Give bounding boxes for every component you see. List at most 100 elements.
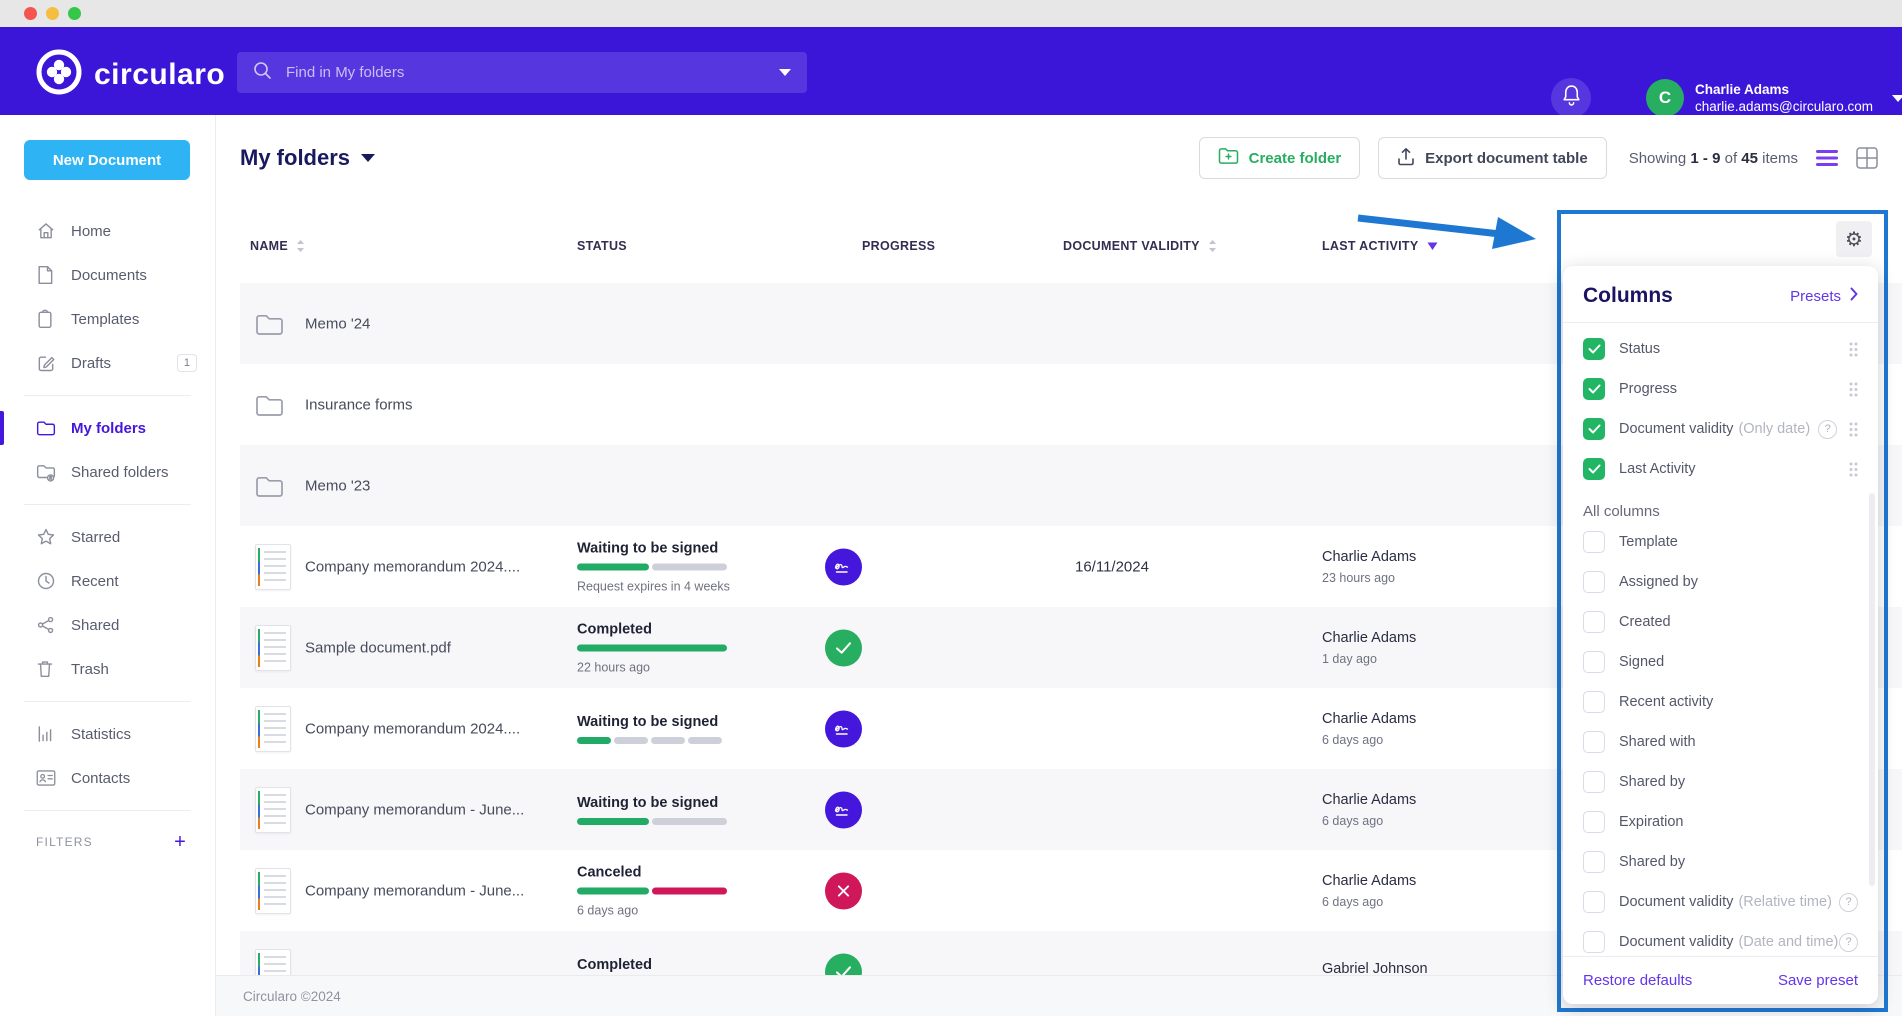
info-icon[interactable]: ? xyxy=(1839,893,1858,912)
column-toggle-shared-with[interactable]: Shared with xyxy=(1583,722,1858,762)
folder-plus-icon xyxy=(1218,147,1239,169)
column-toggle-document-validity-only-date[interactable]: Document validity(Only date)? xyxy=(1583,409,1858,449)
column-toggle-last-activity[interactable]: Last Activity xyxy=(1583,449,1858,489)
sidebar-item-trash[interactable]: Trash xyxy=(0,647,215,691)
close-window-button[interactable] xyxy=(24,7,37,20)
create-folder-button[interactable]: Create folder xyxy=(1199,137,1361,179)
document-validity-date: 16/11/2024 xyxy=(1075,558,1149,575)
column-label: STATUS xyxy=(577,239,627,253)
column-header-name[interactable]: NAME xyxy=(250,239,305,253)
signature-status-icon xyxy=(825,710,862,747)
checked-checkbox[interactable] xyxy=(1583,458,1605,480)
export-document-table-button[interactable]: Export document table xyxy=(1378,137,1607,179)
column-toggle-shared-by[interactable]: Shared by xyxy=(1583,762,1858,802)
drag-handle[interactable] xyxy=(1849,422,1858,437)
presets-link[interactable]: Presets xyxy=(1790,287,1858,305)
user-menu[interactable]: C Charlie Adams charlie.adams@circularo.… xyxy=(1646,79,1902,117)
column-toggle-assigned-by[interactable]: Assigned by xyxy=(1583,562,1858,602)
circularo-logo[interactable]: circularo xyxy=(36,49,225,100)
status-cell: Waiting to be signed xyxy=(577,714,752,744)
columns-panel-body: Status Progress Document validity(Only dat… xyxy=(1563,323,1878,956)
activity-user: Charlie Adams xyxy=(1322,792,1416,808)
list-view-button[interactable] xyxy=(1816,150,1838,166)
column-toggle-expiration[interactable]: Expiration xyxy=(1583,802,1858,842)
unchecked-checkbox[interactable] xyxy=(1583,571,1605,593)
notifications-button[interactable] xyxy=(1551,78,1591,118)
info-icon[interactable]: ? xyxy=(1818,420,1837,439)
sidebar-item-documents[interactable]: Documents xyxy=(0,253,215,297)
new-document-button[interactable]: New Document xyxy=(24,140,190,180)
restore-defaults-link[interactable]: Restore defaults xyxy=(1583,972,1692,989)
sidebar-item-recent[interactable]: Recent xyxy=(0,559,215,603)
panel-scrollbar[interactable] xyxy=(1869,493,1875,886)
column-header-last-activity[interactable]: LAST ACTIVITY xyxy=(1322,239,1438,253)
unchecked-checkbox[interactable] xyxy=(1583,891,1605,913)
checked-checkbox[interactable] xyxy=(1583,418,1605,440)
folder-icon xyxy=(255,474,284,498)
sidebar-divider xyxy=(24,504,191,505)
checked-checkbox[interactable] xyxy=(1583,338,1605,360)
column-toggle-progress[interactable]: Progress xyxy=(1583,369,1858,409)
sidebar-item-contacts[interactable]: Contacts xyxy=(0,756,215,800)
column-toggle-document-validity-relative-time[interactable]: Document validity(Relative time)? xyxy=(1583,882,1858,922)
sidebar-item-shared[interactable]: Shared xyxy=(0,603,215,647)
unchecked-checkbox[interactable] xyxy=(1583,731,1605,753)
sidebar-item-my-folders[interactable]: My folders xyxy=(0,406,215,450)
unchecked-checkbox[interactable] xyxy=(1583,771,1605,793)
completed-status-icon xyxy=(825,629,862,666)
search-input[interactable] xyxy=(284,63,779,82)
unchecked-checkbox[interactable] xyxy=(1583,531,1605,553)
status-cell: Waiting to be signed xyxy=(577,795,752,825)
page-title-dropdown[interactable]: My folders xyxy=(240,145,375,171)
progress-bar xyxy=(577,563,727,570)
drag-handle[interactable] xyxy=(1849,382,1858,397)
progress-segment xyxy=(652,563,727,570)
document-thumbnail-icon xyxy=(255,868,291,914)
template-icon xyxy=(36,309,56,329)
drag-handle[interactable] xyxy=(1849,462,1858,477)
column-toggle-created[interactable]: Created xyxy=(1583,602,1858,642)
unchecked-checkbox[interactable] xyxy=(1583,691,1605,713)
sidebar-item-home[interactable]: Home xyxy=(0,209,215,253)
column-toggle-signed[interactable]: Signed xyxy=(1583,642,1858,682)
column-toggle-template[interactable]: Template xyxy=(1583,522,1858,562)
user-avatar: C xyxy=(1646,79,1684,117)
sidebar-item-statistics[interactable]: Statistics xyxy=(0,712,215,756)
column-header-progress[interactable]: PROGRESS xyxy=(862,239,935,253)
sort-icon xyxy=(1208,239,1217,253)
zoom-window-button[interactable] xyxy=(68,7,81,20)
column-toggle-recent-activity[interactable]: Recent activity xyxy=(1583,682,1858,722)
minimize-window-button[interactable] xyxy=(46,7,59,20)
column-option-label: Progress xyxy=(1619,381,1677,397)
export-icon xyxy=(1397,147,1415,170)
column-header-document-validity[interactable]: DOCUMENT VALIDITY xyxy=(1063,239,1217,253)
unchecked-checkbox[interactable] xyxy=(1583,611,1605,633)
info-icon[interactable]: ? xyxy=(1839,933,1858,952)
column-toggle-shared-by[interactable]: Shared by xyxy=(1583,842,1858,882)
drag-handle[interactable] xyxy=(1849,342,1858,357)
trash-icon xyxy=(36,659,56,679)
unchecked-checkbox[interactable] xyxy=(1583,811,1605,833)
row-name: Company memorandum 2024.... xyxy=(305,558,520,575)
column-toggle-status[interactable]: Status xyxy=(1583,329,1858,369)
column-settings-button[interactable]: ⚙ xyxy=(1836,221,1872,257)
export-label: Export document table xyxy=(1425,150,1588,167)
sidebar-item-label: Trash xyxy=(71,661,109,678)
activity-user: Charlie Adams xyxy=(1322,630,1416,646)
sidebar-item-label: Templates xyxy=(71,311,139,328)
checked-checkbox[interactable] xyxy=(1583,378,1605,400)
sidebar-item-starred[interactable]: Starred xyxy=(0,515,215,559)
column-header-status[interactable]: STATUS xyxy=(577,239,627,253)
sidebar-item-drafts[interactable]: Drafts1 xyxy=(0,341,215,385)
column-toggle-document-validity-date-and-time[interactable]: Document validity(Date and time)? xyxy=(1583,922,1858,956)
search-scope-caret-icon[interactable] xyxy=(779,69,791,76)
unchecked-checkbox[interactable] xyxy=(1583,851,1605,873)
unchecked-checkbox[interactable] xyxy=(1583,931,1605,953)
grid-view-button[interactable] xyxy=(1856,147,1878,169)
sidebar-item-shared-folders[interactable]: Shared folders xyxy=(0,450,215,494)
add-filter-button[interactable]: + xyxy=(174,835,187,849)
unchecked-checkbox[interactable] xyxy=(1583,651,1605,673)
sidebar-item-templates[interactable]: Templates xyxy=(0,297,215,341)
save-preset-link[interactable]: Save preset xyxy=(1778,972,1858,989)
document-thumbnail-icon xyxy=(255,787,291,833)
